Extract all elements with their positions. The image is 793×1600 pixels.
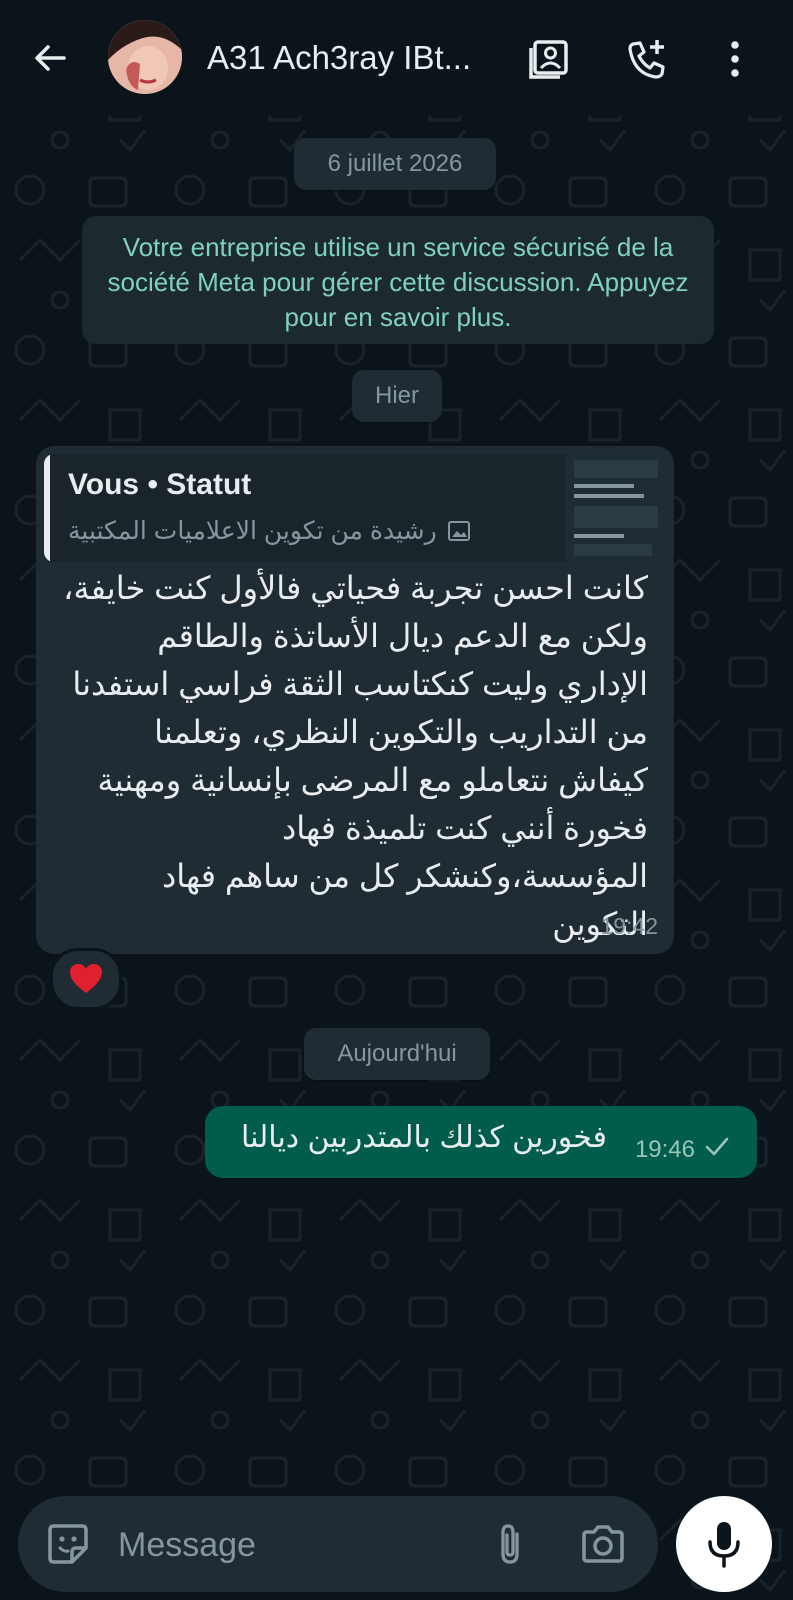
back-arrow-icon[interactable] (28, 36, 72, 80)
heart-icon (70, 963, 102, 993)
quote-title: Vous • Statut (68, 468, 252, 501)
date-chip: 6 juillet 2026 (294, 138, 496, 190)
single-check-icon (705, 1137, 729, 1156)
avatar[interactable] (108, 20, 182, 94)
message-text: كانت احسن تجربة فحياتي فالأول كنت خايفة،… (63, 570, 648, 942)
message-time: 19:42 (600, 913, 658, 939)
quoted-status[interactable]: Vous • Statut رشيدة من تكوين الاعلاميات … (44, 454, 666, 562)
chat-header: A31 Ach3ray IBt... (0, 0, 793, 116)
heart-reaction[interactable] (50, 948, 122, 1010)
add-call-icon[interactable] (624, 36, 670, 82)
message-time: 19:46 (634, 1136, 695, 1163)
camera-icon[interactable] (578, 1520, 628, 1568)
date-chip: Aujourd'hui (304, 1028, 490, 1080)
contact-card-icon[interactable] (526, 36, 572, 82)
date-chip: Hier (352, 370, 442, 422)
status-thumbnail (566, 454, 666, 562)
paperclip-icon[interactable] (486, 1520, 534, 1568)
sticker-emoji-icon[interactable] (44, 1520, 92, 1568)
encryption-notice[interactable]: Votre entreprise utilise un service sécu… (82, 216, 714, 344)
contact-name[interactable]: A31 Ach3ray IBt... (207, 36, 517, 80)
image-icon (447, 521, 470, 541)
quote-accent-bar (44, 454, 50, 562)
more-vertical-icon[interactable] (712, 36, 758, 82)
message-text: فخورين كذلك بالمتدربين ديالنا (240, 1121, 607, 1154)
outgoing-message-bubble[interactable]: فخورين كذلك بالمتدربين ديالنا 19:46 (205, 1106, 757, 1178)
quote-subtitle: رشيدة من تكوين الاعلاميات المكتبية (68, 516, 471, 546)
message-input[interactable] (116, 1514, 460, 1576)
message-composer (18, 1496, 658, 1592)
avatar-image (108, 20, 182, 94)
quote-subtitle-text: رشيدة من تكوين الاعلاميات المكتبية (68, 517, 437, 545)
mic-button[interactable] (676, 1496, 772, 1592)
incoming-message-bubble[interactable]: Vous • Statut رشيدة من تكوين الاعلاميات … (36, 446, 674, 954)
microphone-icon (708, 1522, 740, 1568)
